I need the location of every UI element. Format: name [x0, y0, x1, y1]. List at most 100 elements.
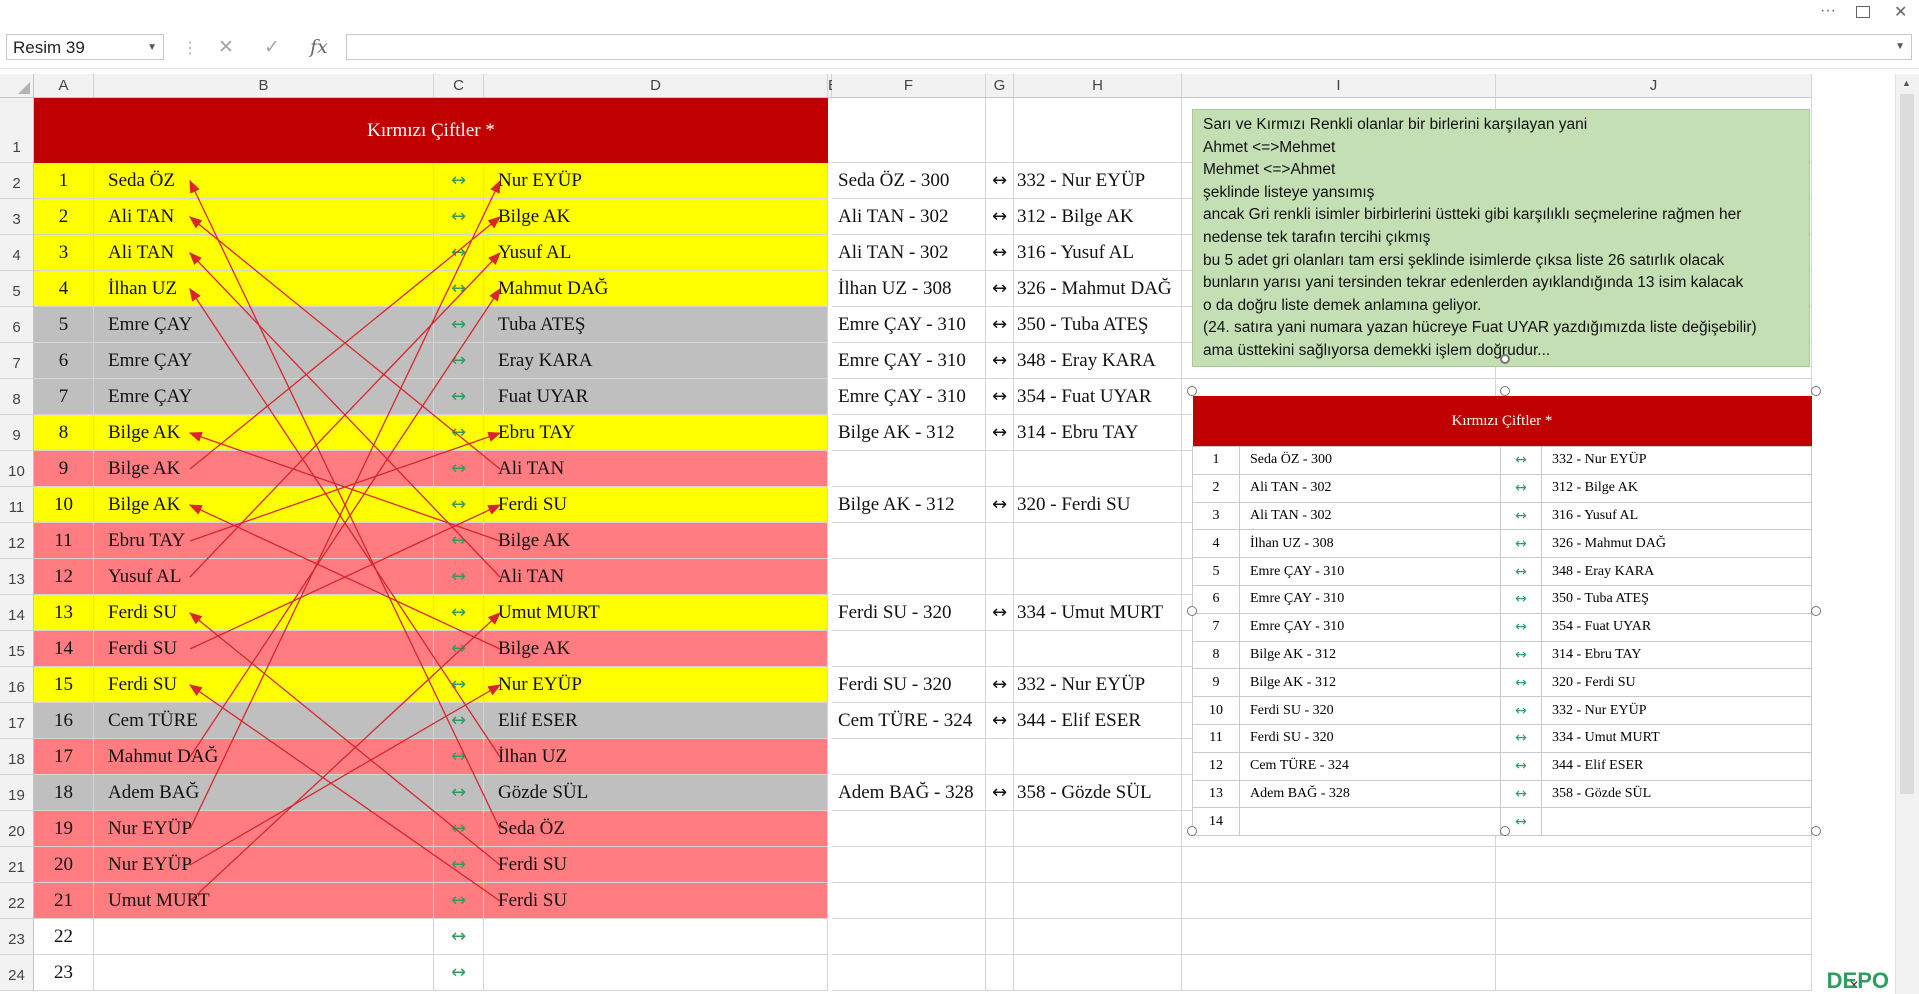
cell-arrow-g[interactable]: ↔ — [986, 343, 1014, 379]
cell-name-right[interactable]: Ferdi SU — [484, 847, 828, 883]
cell-arrow[interactable]: ↔ — [434, 847, 484, 883]
column-header-i[interactable]: I — [1182, 74, 1496, 98]
cell-name-left[interactable]: Emre ÇAY — [94, 343, 434, 379]
cell-name-right[interactable]: Seda ÖZ — [484, 811, 828, 847]
grid-cell[interactable] — [986, 451, 1014, 487]
cell-arrow[interactable]: ↔ — [434, 667, 484, 703]
row-header[interactable]: 18 — [0, 739, 34, 775]
column-header-d[interactable]: D — [484, 74, 828, 98]
cell-right-code[interactable]: 320 - Ferdi SU — [1014, 487, 1182, 523]
cell-name-left[interactable]: Emre ÇAY — [94, 307, 434, 343]
cell-number[interactable]: 2 — [34, 199, 94, 235]
row-header[interactable]: 22 — [0, 883, 34, 919]
cell-arrow-g[interactable]: ↔ — [986, 379, 1014, 415]
cell-left-code[interactable]: Ali TAN - 302 — [832, 199, 986, 235]
cell-arrow-g[interactable]: ↔ — [986, 487, 1014, 523]
cell-number[interactable]: 7 — [34, 379, 94, 415]
cell-arrow-g[interactable]: ↔ — [986, 775, 1014, 811]
cell-number[interactable]: 14 — [34, 631, 94, 667]
grid-cell[interactable] — [1014, 559, 1182, 595]
cell-number[interactable]: 18 — [34, 775, 94, 811]
cell-name-left[interactable]: Nur EYÜP — [94, 847, 434, 883]
spreadsheet-grid[interactable]: ABCDEFGHIJ123456789101112131415161718192… — [0, 74, 1896, 994]
linked-picture[interactable]: Kırmızı Çiftler * 1 Seda ÖZ - 300 ↔ 332 - Nu… — [1192, 396, 1816, 837]
grid-cell[interactable] — [1014, 919, 1182, 955]
row-header[interactable]: 1 — [0, 98, 34, 163]
cell-name-right[interactable]: Ali TAN — [484, 451, 828, 487]
grid-cell[interactable] — [832, 523, 986, 559]
grid-cell[interactable] — [986, 955, 1014, 991]
cell-name-left[interactable]: Ferdi SU — [94, 631, 434, 667]
resize-handle[interactable] — [1187, 606, 1197, 616]
cell-arrow-g[interactable]: ↔ — [986, 163, 1014, 199]
cell-arrow-g[interactable]: ↔ — [986, 235, 1014, 271]
grid-cell[interactable] — [1496, 919, 1812, 955]
grid-cell[interactable] — [1182, 955, 1496, 991]
cell-right-code[interactable]: 326 - Mahmut DAĞ — [1014, 271, 1182, 307]
row-header[interactable]: 3 — [0, 199, 34, 235]
grid-cell[interactable] — [986, 739, 1014, 775]
row-header[interactable]: 9 — [0, 415, 34, 451]
cell-name-right[interactable] — [484, 919, 828, 955]
cell-left-code[interactable]: Ferdi SU - 320 — [832, 595, 986, 631]
cell-arrow[interactable]: ↔ — [434, 379, 484, 415]
vertical-scrollbar[interactable]: ▲ — [1895, 74, 1919, 994]
resize-handle[interactable] — [1500, 826, 1510, 836]
cell-right-code[interactable]: 354 - Fuat UYAR — [1014, 379, 1182, 415]
cell-arrow-g[interactable]: ↔ — [986, 415, 1014, 451]
cell-name-right[interactable]: Bilge AK — [484, 631, 828, 667]
row-header[interactable]: 23 — [0, 919, 34, 955]
grid-cell[interactable] — [986, 811, 1014, 847]
grid-cell[interactable] — [832, 739, 986, 775]
cell-number[interactable]: 21 — [34, 883, 94, 919]
column-header-g[interactable]: G — [986, 74, 1014, 98]
cell-name-left[interactable]: Seda ÖZ — [94, 163, 434, 199]
cell-number[interactable]: 17 — [34, 739, 94, 775]
cell-arrow-g[interactable]: ↔ — [986, 703, 1014, 739]
cell-arrow-g[interactable]: ↔ — [986, 307, 1014, 343]
scroll-up-icon[interactable]: ▲ — [1902, 78, 1911, 88]
cell-arrow[interactable]: ↔ — [434, 739, 484, 775]
cell-left-code[interactable]: Emre ÇAY - 310 — [832, 307, 986, 343]
column-header-h[interactable]: H — [1014, 74, 1182, 98]
cell-name-right[interactable] — [484, 955, 828, 991]
cell-number[interactable]: 23 — [34, 955, 94, 991]
grid-cell[interactable] — [832, 451, 986, 487]
restore-icon[interactable] — [1856, 6, 1870, 18]
cell-name-left[interactable]: Umut MURT — [94, 883, 434, 919]
cell-arrow[interactable]: ↔ — [434, 235, 484, 271]
row-header[interactable]: 15 — [0, 631, 34, 667]
grid-cell[interactable] — [1014, 883, 1182, 919]
cell-arrow[interactable]: ↔ — [434, 631, 484, 667]
grid-cell[interactable] — [986, 523, 1014, 559]
grid-cell[interactable] — [832, 955, 986, 991]
cell-number[interactable]: 20 — [34, 847, 94, 883]
row-header[interactable]: 6 — [0, 307, 34, 343]
row-header[interactable]: 16 — [0, 667, 34, 703]
cell-name-right[interactable]: Elif ESER — [484, 703, 828, 739]
resize-handle[interactable] — [1811, 386, 1821, 396]
row-header[interactable]: 17 — [0, 703, 34, 739]
cell-name-right[interactable]: Nur EYÜP — [484, 667, 828, 703]
grid-cell[interactable] — [1014, 955, 1182, 991]
grid-cell[interactable] — [1014, 739, 1182, 775]
more-options-icon[interactable]: ··· — [1820, 2, 1836, 20]
cell-name-left[interactable]: Ferdi SU — [94, 667, 434, 703]
row-header[interactable]: 19 — [0, 775, 34, 811]
grid-cell[interactable] — [1014, 523, 1182, 559]
cell-name-left[interactable]: Cem TÜRE — [94, 703, 434, 739]
grid-cell[interactable] — [832, 811, 986, 847]
grid-cell[interactable] — [986, 559, 1014, 595]
column-header-j[interactable]: J — [1496, 74, 1812, 98]
resize-handle[interactable] — [1811, 826, 1821, 836]
cell-right-code[interactable]: 334 - Umut MURT — [1014, 595, 1182, 631]
note-textbox[interactable]: Sarı ve Kırmızı Renkli olanlar bir birle… — [1192, 109, 1810, 367]
cell-number[interactable]: 22 — [34, 919, 94, 955]
cell-arrow[interactable]: ↔ — [434, 451, 484, 487]
grid-cell[interactable] — [832, 883, 986, 919]
cell-name-right[interactable]: Bilge AK — [484, 199, 828, 235]
grid-cell[interactable] — [1014, 847, 1182, 883]
cell-name-left[interactable]: Nur EYÜP — [94, 811, 434, 847]
cell-name-right[interactable]: Tuba ATEŞ — [484, 307, 828, 343]
rotate-handle[interactable] — [1500, 354, 1510, 364]
